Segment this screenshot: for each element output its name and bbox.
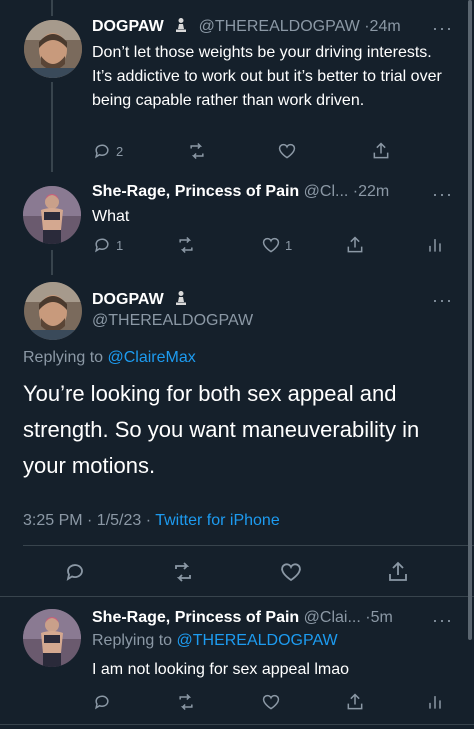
tweet-2-retweet-button[interactable] [176,235,200,255]
chess-pawn-icon [174,290,188,311]
reply-tweet-text: I am not looking for sex appeal lmao [92,661,350,678]
scrollbar[interactable] [468,0,472,640]
avatar-she-rage[interactable] [23,186,81,244]
heart-icon [262,694,280,710]
main-tweet-reply-button[interactable] [63,560,87,584]
main-tweet-retweet-button[interactable] [171,560,195,584]
analytics-icon [429,696,441,709]
tweet-2-like-count: 1 [285,237,293,253]
retweet-icon [179,236,193,254]
tweet-2-time[interactable]: 22m [358,183,389,200]
reply-tweet-divider [0,724,474,725]
share-icon [347,236,363,253]
avatar-dogpaw[interactable] [24,20,82,78]
reply-tweet-handle[interactable]: @Clai... [304,609,361,626]
reply-icon [66,564,83,581]
thread-line-1 [51,82,53,172]
tweet-1-like-button[interactable] [277,141,301,161]
main-tweet-handle[interactable]: @THEREALDOGPAW [92,312,253,330]
tweet-1-retweet-button[interactable] [187,141,211,161]
reply-tweet-time[interactable]: 5m [371,609,393,626]
reply-tweet-replying-handle[interactable]: @THEREALDOGPAW [177,632,338,649]
heart-icon [278,143,296,159]
share-icon [347,693,363,710]
heart-icon [262,237,280,253]
retweet-icon [175,562,191,582]
tweet-2-reply-count: 1 [116,237,124,253]
tweet-1-handle[interactable]: @THEREALDOGPAW [199,18,360,35]
tweet-1-reply-button[interactable]: 2 [92,141,123,161]
reply-tweet-display-name[interactable]: She-Rage, Princess of Pain [92,609,299,626]
main-tweet-name-row: DOGPAW [92,290,188,311]
avatar-dogpaw-image [24,20,82,78]
main-tweet-replying-handle[interactable]: @ClaireMax [108,349,196,366]
tweet-2-display-name[interactable]: She-Rage, Princess of Pain [92,183,299,200]
tweet-1-more-button[interactable]: ··· [432,19,453,37]
tweet-2-like-button[interactable]: 1 [261,235,292,255]
reply-icon [95,238,109,253]
retweet-icon [179,693,193,711]
main-tweet-meta: 3:25 PM · 1/5/23 · Twitter for iPhone [23,512,280,530]
tweet-2-share-button[interactable] [345,235,365,255]
reply-icon [95,695,109,710]
main-tweet-replying-to: Replying to @ClaireMax [23,349,196,367]
avatar-dogpaw-main-image [24,282,82,340]
share-icon [389,561,407,581]
heart-icon [281,563,301,582]
analytics-icon [429,239,441,252]
main-tweet-display-name[interactable]: DOGPAW [92,291,164,308]
reply-tweet-replying-to: Replying to @THEREALDOGPAW [92,632,338,650]
main-tweet-replying-prefix: Replying to [23,349,104,366]
tweet-2-more-button[interactable]: ··· [432,185,453,203]
share-icon [373,142,389,159]
avatar-she-rage-reply-image [23,609,81,667]
reply-tweet-reply-button[interactable] [92,692,112,712]
tweet-1-header: DOGPAW @THEREALDOGPAW ·24m [92,17,432,37]
main-tweet-text: You’re looking for both sex appeal and s… [23,381,420,478]
reply-tweet-header: She-Rage, Princess of Pain @Clai... ·5m [92,609,432,627]
main-tweet-timestamp[interactable]: 3:25 PM · 1/5/23 · [23,512,155,529]
main-tweet-more-button[interactable]: ··· [432,291,453,309]
reply-tweet-share-button[interactable] [345,692,365,712]
tweet-2-reply-button[interactable]: 1 [92,235,123,255]
tweet-1-display-name[interactable]: DOGPAW [92,18,164,35]
chess-pawn-icon [174,17,188,38]
main-tweet-divider-2 [0,596,474,597]
tweet-1-time[interactable]: 24m [370,18,401,35]
reply-tweet-like-button[interactable] [261,692,281,712]
main-tweet-like-button[interactable] [279,560,303,584]
avatar-she-rage-reply[interactable] [23,609,81,667]
main-tweet-divider-1 [23,545,474,546]
tweet-1-share-button[interactable] [371,141,391,161]
main-tweet-share-button[interactable] [386,560,410,584]
tweet-2-handle[interactable]: @Cl... [304,183,349,200]
reply-tweet-more-button[interactable]: ··· [432,611,453,629]
retweet-icon [190,142,204,160]
reply-tweet-replying-prefix: Replying to [92,632,173,649]
reply-icon [95,144,109,159]
reply-tweet-retweet-button[interactable] [176,692,196,712]
main-tweet-source[interactable]: Twitter for iPhone [155,512,280,529]
tweet-1-text: Don’t let those weights be your driving … [92,44,442,109]
thread-line-top [51,0,53,16]
tweet-1-reply-count: 2 [116,143,124,159]
tweet-2-text: What [92,208,130,225]
avatar-dogpaw-main[interactable] [24,282,82,340]
tweet-2-analytics-button[interactable] [425,235,445,255]
reply-tweet-analytics-button[interactable] [425,692,445,712]
tweet-2-header: She-Rage, Princess of Pain @Cl... ·22m [92,183,432,203]
avatar-she-rage-image [23,186,81,244]
thread-line-2 [51,250,53,275]
